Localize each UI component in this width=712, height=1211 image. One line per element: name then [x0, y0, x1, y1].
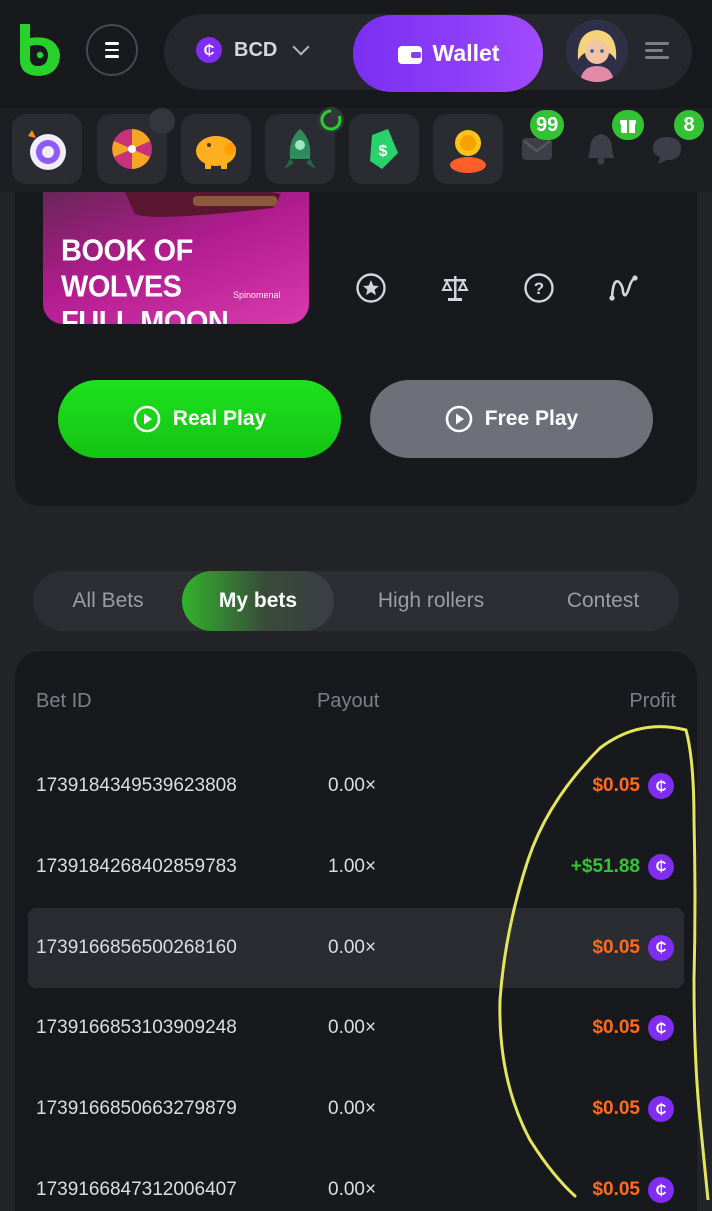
free-play-label: Free Play — [484, 407, 579, 430]
list-menu-icon[interactable] — [645, 42, 669, 64]
col-header-bet-id: Bet ID — [36, 690, 92, 712]
timer-icon — [149, 108, 175, 134]
mail-badge: 99 — [530, 110, 565, 140]
wallet-button[interactable]: Wallet — [353, 15, 543, 92]
payout-cell: 0.00× — [328, 936, 377, 958]
tab-all-bets[interactable]: All Bets — [33, 571, 183, 631]
chevron-down-icon — [292, 38, 310, 56]
menu-button[interactable] — [86, 24, 138, 76]
wallet-icon — [397, 45, 422, 64]
play-circle-icon — [445, 405, 473, 433]
profit-cell: $0.05 ₵ — [592, 773, 674, 799]
real-play-button[interactable]: Real Play — [58, 380, 341, 458]
cashback-tile[interactable]: $ — [349, 114, 419, 184]
piggy-bank-tile[interactable] — [181, 114, 251, 184]
payout-cell: 0.00× — [328, 1098, 377, 1120]
svg-text:?: ? — [534, 279, 544, 298]
currency-selector[interactable]: ₵ BCD — [196, 37, 310, 63]
profit-cell: $0.05 ₵ — [592, 934, 674, 961]
hamburger-icon — [105, 40, 119, 60]
book-art — [124, 192, 281, 217]
col-header-payout: Payout — [317, 690, 380, 712]
bet-id-cell[interactable]: 1739184268402859783 — [36, 856, 237, 878]
provider-label: Spinomenal — [233, 290, 281, 300]
bcd-coin-icon: ₵ — [648, 1096, 674, 1123]
bets-tabs: All Bets My bets High rollers Contest — [33, 571, 679, 631]
profit-amount: +$51.88 — [570, 855, 640, 877]
tab-high-rollers[interactable]: High rollers — [343, 571, 519, 631]
wallet-label: Wallet — [432, 40, 500, 66]
bcd-coin-icon: ₵ — [648, 1015, 674, 1042]
profit-amount: $0.05 — [592, 1179, 640, 1200]
play-circle-icon — [133, 405, 161, 433]
price-tag-icon: $ — [370, 129, 398, 169]
bet-id-cell[interactable]: 1739166853103909248 — [36, 1017, 237, 1039]
game-title-line2: FULL MOON — [61, 305, 229, 324]
bcd-coin-icon: ₵ — [648, 773, 674, 799]
promo-bar: $ 99 8 — [0, 107, 712, 192]
bet-id-cell[interactable]: 1739166850663279879 — [36, 1098, 237, 1120]
profit-amount: $0.05 — [592, 775, 640, 796]
payout-cell: 0.00× — [328, 775, 377, 796]
chat-icon[interactable] — [650, 134, 684, 166]
payout-cell: 1.00× — [328, 855, 377, 877]
coin-drop-tile[interactable] — [433, 114, 503, 184]
game-actions: ? — [355, 272, 639, 304]
target-spiral-icon — [28, 130, 66, 170]
piggy-bank-icon — [196, 136, 236, 169]
favorite-star-icon[interactable] — [355, 272, 387, 304]
svg-text:$: $ — [379, 143, 388, 160]
chat-badge: 8 — [674, 110, 704, 140]
user-avatar[interactable] — [566, 20, 628, 82]
fairness-scale-icon[interactable] — [439, 272, 471, 304]
profit-cell: +$51.88 ₵ — [570, 853, 674, 880]
wheel-icon — [112, 129, 152, 169]
game-card: BOOK OF WOLVES FULL MOON Spinomenal ? Re… — [15, 192, 697, 506]
lucky-wheel-tile[interactable] — [97, 108, 175, 184]
game-thumbnail[interactable]: BOOK OF WOLVES FULL MOON Spinomenal — [43, 192, 309, 324]
profit-cell: $0.05 ₵ — [592, 1096, 674, 1123]
top-bar: ₵ BCD Wallet — [0, 0, 712, 108]
free-play-button[interactable]: Free Play — [370, 380, 653, 458]
bcd-coin-icon: ₵ — [648, 853, 674, 880]
avatar-image — [566, 20, 628, 82]
payout-cell: 0.00× — [328, 1179, 377, 1200]
spin-target-tile[interactable] — [12, 114, 82, 184]
loading-ring-icon — [318, 107, 344, 133]
bcd-coin-icon: ₵ — [648, 934, 674, 961]
bet-id-cell[interactable]: 1739184349539623808 — [36, 775, 237, 797]
bell-icon[interactable] — [584, 130, 618, 166]
bcd-coin-icon: ₵ — [196, 37, 222, 63]
stats-graph-icon[interactable] — [607, 272, 639, 304]
profit-cell: $0.05 ₵ — [592, 1015, 674, 1042]
bet-id-cell[interactable]: 1739166856500268160 — [36, 937, 237, 959]
gift-badge — [612, 110, 644, 140]
profit-amount: $0.05 — [592, 1098, 640, 1120]
payout-cell: 0.00× — [328, 1017, 377, 1039]
bet-id-cell[interactable]: 1739166847312006407 — [36, 1179, 237, 1201]
game-title: BOOK OF WOLVES FULL MOON — [61, 233, 309, 325]
help-question-icon[interactable]: ? — [523, 272, 555, 304]
bcd-coin-icon: ₵ — [648, 1177, 674, 1203]
profit-cell: $0.05 ₵ — [592, 1177, 674, 1203]
real-play-label: Real Play — [172, 407, 267, 430]
coin-stack-icon — [450, 130, 486, 173]
tab-my-bets[interactable]: My bets — [182, 571, 334, 631]
bc-game-logo[interactable] — [16, 20, 64, 78]
profit-amount: $0.05 — [592, 1017, 640, 1039]
gift-icon — [620, 120, 636, 133]
rocket-icon — [284, 129, 316, 169]
rocket-tile[interactable] — [265, 107, 344, 184]
col-header-profit: Profit — [629, 690, 676, 712]
profit-amount: $0.05 — [592, 936, 640, 958]
tab-contest[interactable]: Contest — [529, 571, 677, 631]
currency-code: BCD — [234, 38, 278, 61]
